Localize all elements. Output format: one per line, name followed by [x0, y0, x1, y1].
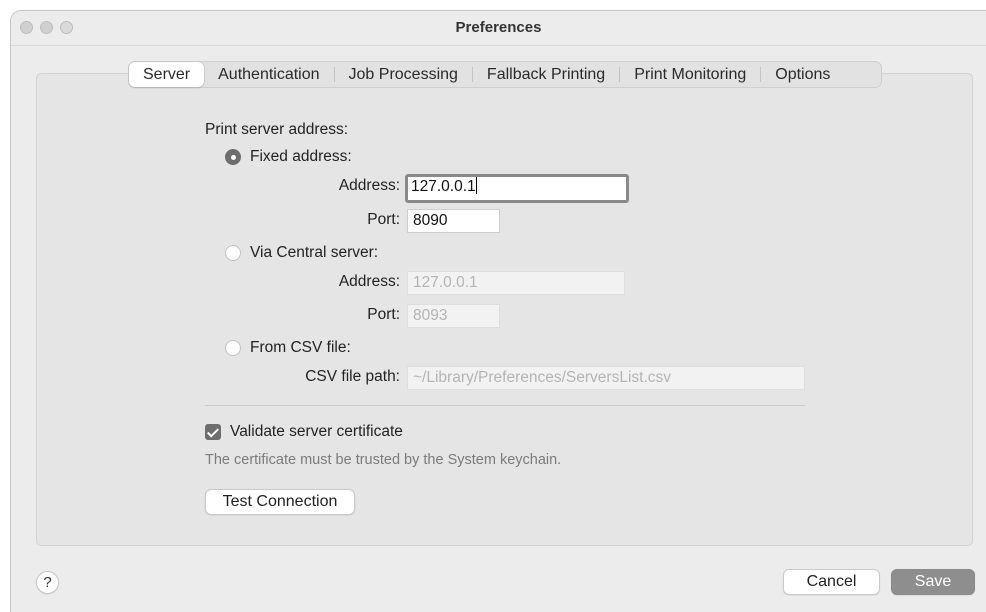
tab-options[interactable]: Options [761, 62, 844, 87]
help-button[interactable]: ? [36, 571, 59, 594]
validate-certificate-label[interactable]: Validate server certificate [230, 423, 403, 441]
tab-print-monitoring[interactable]: Print Monitoring [620, 62, 760, 87]
csv-file-radio[interactable] [225, 340, 241, 356]
test-connection-button[interactable]: Test Connection [205, 489, 355, 515]
tab-server[interactable]: Server [129, 62, 205, 87]
tab-fallback-printing[interactable]: Fallback Printing [473, 62, 619, 87]
preferences-tab-bar: Server Authentication Job Processing Fal… [128, 61, 882, 88]
print-server-address-label: Print server address: [205, 121, 348, 138]
section-divider [205, 405, 805, 406]
cancel-button[interactable]: Cancel [783, 569, 880, 595]
tab-job-processing[interactable]: Job Processing [335, 62, 472, 87]
text-caret [475, 177, 477, 194]
save-button[interactable]: Save [891, 569, 975, 595]
preferences-window: Preferences Print server address: Fixed … [10, 10, 986, 612]
csv-path-label: CSV file path: [305, 368, 400, 385]
central-port-input: 8093 [407, 304, 500, 328]
server-settings-panel: Print server address: Fixed address: Add… [36, 73, 973, 546]
central-server-radio[interactable] [225, 245, 241, 261]
central-server-radio-label[interactable]: Via Central server: [250, 244, 378, 262]
fixed-address-input[interactable]: 127.0.0.1 [405, 174, 629, 203]
fixed-address-label: Address: [338, 177, 400, 194]
csv-file-radio-label[interactable]: From CSV file: [250, 339, 351, 357]
window-title: Preferences [455, 19, 542, 36]
fixed-address-value: 127.0.0.1 [411, 178, 476, 195]
central-address-label: Address: [338, 273, 400, 290]
title-bar: Preferences [11, 11, 986, 46]
fixed-address-radio-label[interactable]: Fixed address: [250, 148, 352, 166]
central-port-label: Port: [367, 306, 400, 323]
validate-certificate-checkbox[interactable] [205, 424, 221, 440]
certificate-hint: The certificate must be trusted by the S… [205, 452, 562, 468]
csv-path-input: ~/Library/Preferences/ServersList.csv [407, 366, 805, 390]
fixed-port-input[interactable]: 8090 [407, 209, 500, 233]
tab-authentication[interactable]: Authentication [204, 62, 333, 87]
fixed-address-radio[interactable] [225, 149, 241, 165]
fixed-port-label: Port: [367, 211, 400, 228]
central-address-input: 127.0.0.1 [407, 271, 625, 295]
